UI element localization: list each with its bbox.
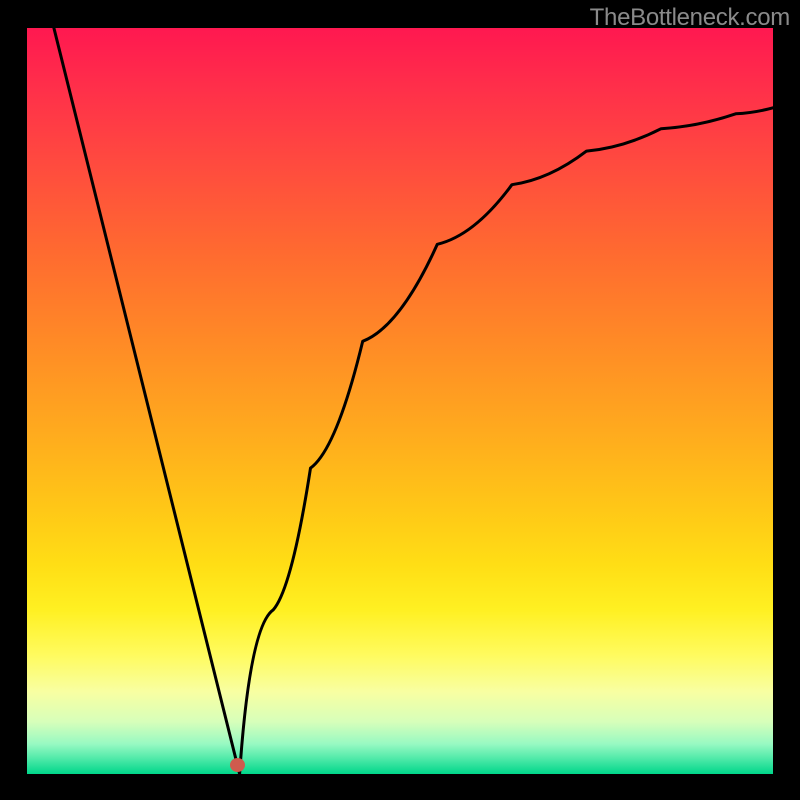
- plot-area: [27, 28, 773, 774]
- watermark-text: TheBottleneck.com: [590, 4, 790, 32]
- minimum-marker: [230, 758, 245, 772]
- curve-overlay: [27, 28, 773, 774]
- chart-frame: TheBottleneck.com: [0, 0, 800, 800]
- bottleneck-curve: [54, 28, 773, 774]
